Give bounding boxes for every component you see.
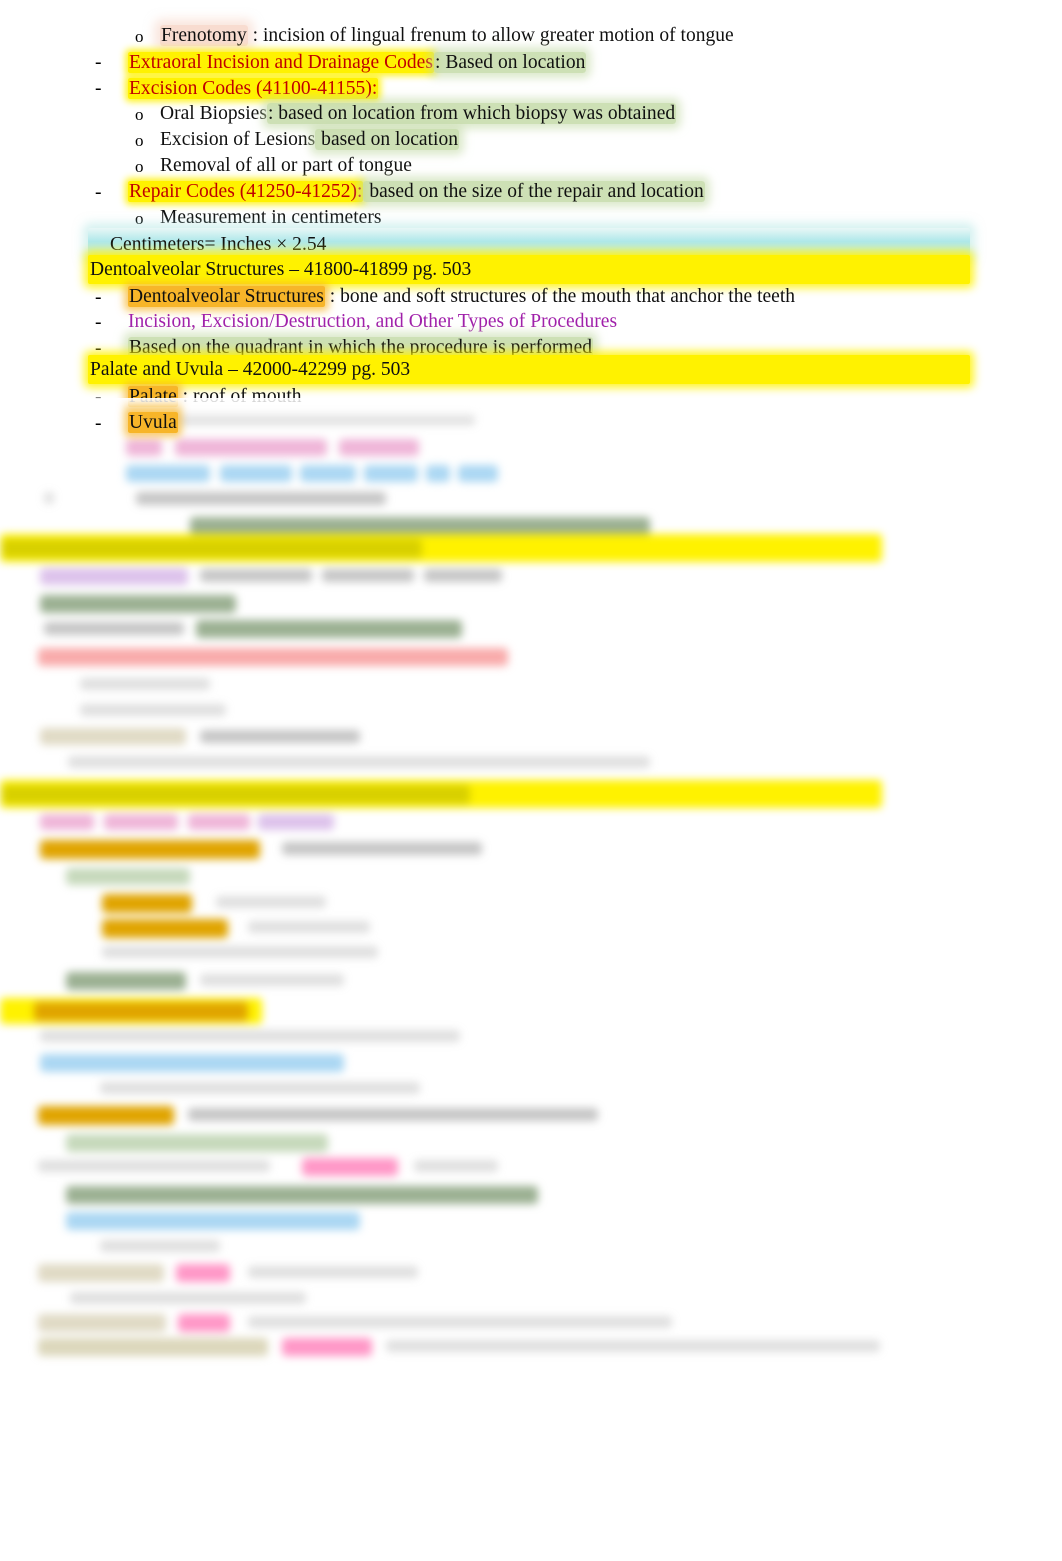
list-bullet-circle: o bbox=[135, 105, 144, 124]
dentoalveolar-definition: : bone and soft structures of the mouth … bbox=[324, 286, 796, 307]
oral-biopsies-term: Oral Biopsies bbox=[160, 103, 267, 124]
list-bullet-circle: o bbox=[135, 27, 144, 46]
repair-codes-term: Repair Codes (41250-41252): bbox=[128, 181, 364, 202]
list-item-excision-lesions: Excision of Lesions based on location bbox=[160, 127, 459, 153]
measurement-cm-text: Measurement in centimeters bbox=[160, 207, 382, 228]
obscured-content-region bbox=[0, 408, 1062, 1356]
list-item-excision-codes: Excision Codes (41100-41155): bbox=[128, 76, 379, 102]
centimeters-label: Centimeters bbox=[110, 234, 205, 255]
procedure-types-text: Incision, Excision/Destruction, and Othe… bbox=[128, 311, 618, 332]
extraoral-codes-definition: : Based on location bbox=[433, 52, 587, 73]
frenotomy-term: Frenotomy bbox=[160, 25, 248, 46]
centimeters-equation: = Inches × 2.54 bbox=[204, 234, 327, 255]
excision-lesions-term: Excision of Lesions bbox=[160, 129, 316, 150]
palate-term: Palate bbox=[128, 386, 178, 407]
list-item-oral-biopsies: Oral Biopsies: based on location from wh… bbox=[160, 101, 677, 127]
repair-codes-definition: based on the size of the repair and loca… bbox=[363, 181, 705, 202]
list-bullet-dash: - bbox=[95, 78, 102, 99]
uvula-term: Uvula bbox=[128, 412, 178, 433]
oral-biopsies-definition: : based on location from which biopsy wa… bbox=[266, 103, 677, 124]
dentoalveolar-term: Dentoalveolar Structures bbox=[128, 286, 325, 307]
list-bullet-dash: - bbox=[95, 52, 102, 73]
list-item-uvula-def: Uvula bbox=[128, 410, 178, 436]
list-item-palate-def: Palate : roof of mouth bbox=[128, 384, 302, 410]
removal-tongue-text: Removal of all or part of tongue bbox=[160, 155, 412, 176]
list-bullet-circle: o bbox=[135, 131, 144, 150]
list-bullet-circle: o bbox=[135, 157, 144, 176]
list-item-dentoalveolar-def: Dentoalveolar Structures : bone and soft… bbox=[128, 284, 795, 310]
frenotomy-definition: : incision of lingual frenum to allow gr… bbox=[247, 25, 734, 46]
list-item-extraoral-codes: Extraoral Incision and Drainage Codes: B… bbox=[128, 50, 587, 76]
list-item-procedure-types: Incision, Excision/Destruction, and Othe… bbox=[128, 309, 617, 335]
list-bullet-dash: - bbox=[95, 287, 102, 308]
list-item-removal-tongue: Removal of all or part of tongue bbox=[160, 153, 412, 179]
document-page: o Frenotomy : incision of lingual frenum… bbox=[0, 0, 1062, 1561]
list-bullet-dash: - bbox=[95, 182, 102, 203]
palate-definition: : roof of mouth bbox=[177, 386, 302, 407]
list-bullet-dash: - bbox=[95, 312, 102, 333]
extraoral-codes-term: Extraoral Incision and Drainage Codes bbox=[128, 52, 434, 73]
list-item-repair-codes: Repair Codes (41250-41252): based on the… bbox=[128, 179, 705, 205]
palate-uvula-heading: Palate and Uvula – 42000-42299 pg. 503 bbox=[90, 359, 411, 380]
excision-codes-term: Excision Codes (41100-41155): bbox=[128, 78, 379, 99]
dentoalveolar-heading: Dentoalveolar Structures – 41800-41899 p… bbox=[90, 259, 472, 280]
list-item-frenotomy: Frenotomy : incision of lingual frenum t… bbox=[160, 23, 734, 49]
excision-lesions-definition: based on location bbox=[315, 129, 459, 150]
